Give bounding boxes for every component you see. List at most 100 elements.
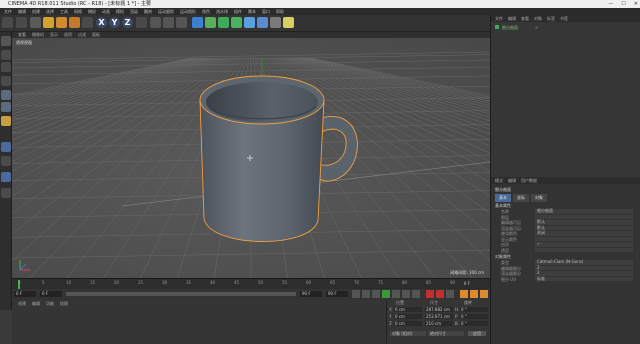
menu-item[interactable]: 脚本 (248, 8, 256, 15)
go-end-icon[interactable] (412, 290, 420, 298)
menu-item[interactable]: 运动跟踪 (158, 8, 174, 15)
recent-tool-icon[interactable] (82, 17, 93, 28)
apply-button[interactable]: 应用 (468, 331, 486, 336)
object-prop-field[interactable]: 2 (535, 265, 633, 270)
menu-item[interactable]: 网格 (74, 8, 82, 15)
perspective-viewport[interactable]: 透视视图 网格间距: 100 cm (12, 38, 490, 278)
axis-mode-icon[interactable] (1, 142, 11, 152)
object-manager-tab[interactable]: 编辑 (508, 17, 516, 21)
attr-section-tab[interactable]: 基本 (495, 194, 511, 202)
render-settings-icon[interactable] (176, 17, 187, 28)
size-mode-select[interactable]: 绝对尺寸 (428, 331, 464, 336)
scale-key-icon[interactable] (470, 290, 478, 298)
playhead[interactable] (18, 280, 20, 289)
edges-mode-icon[interactable] (1, 102, 11, 112)
subdivision-surface-icon[interactable] (218, 17, 229, 28)
pen-spline-icon[interactable] (205, 17, 216, 28)
menu-item[interactable]: 插件 (234, 8, 242, 15)
attr-value-field[interactable]: 细分曲面 (535, 208, 633, 214)
material-menu-item[interactable]: 编辑 (32, 301, 40, 307)
rotation-key-icon[interactable] (480, 290, 488, 298)
array-icon[interactable] (231, 17, 242, 28)
attribute-tab[interactable]: 用户数据 (521, 179, 537, 183)
object-manager-tab[interactable]: 标签 (547, 17, 555, 21)
scene-icon[interactable] (257, 17, 268, 28)
menu-item[interactable]: 流水线 (216, 8, 228, 15)
object-prop-field[interactable]: Catmull-Clark (N-Gons) (535, 259, 633, 265)
prev-key-icon[interactable] (362, 290, 370, 298)
position-field[interactable]: 0 cm (394, 321, 422, 326)
attr-value-field[interactable] (535, 214, 633, 219)
coordinate-system-icon[interactable] (136, 17, 147, 28)
menu-item[interactable]: 角色 (202, 8, 210, 15)
camera-icon[interactable] (270, 17, 281, 28)
object-manager-tab[interactable]: 对象 (534, 17, 542, 21)
render-view-icon[interactable] (150, 17, 161, 28)
attr-section-tab[interactable]: 坐标 (513, 194, 529, 202)
object-prop-field[interactable]: 2 (535, 270, 633, 276)
rotation-field[interactable]: 0 ° (460, 314, 488, 319)
deformer-icon[interactable] (244, 17, 255, 28)
attr-value-field[interactable] (535, 236, 633, 241)
make-editable-icon[interactable] (1, 36, 11, 46)
material-menu-item[interactable]: 功能 (46, 301, 54, 307)
tweak-mode-icon[interactable] (1, 156, 11, 166)
menu-item[interactable]: 创建 (32, 8, 40, 15)
rotation-field[interactable]: 0 ° (460, 307, 488, 312)
rotate-tool-icon[interactable] (69, 17, 80, 28)
range-slider[interactable] (66, 292, 296, 296)
menu-item[interactable]: 工具 (60, 8, 68, 15)
x-axis-lock[interactable]: X (96, 17, 107, 28)
menu-item[interactable]: 窗口 (262, 8, 270, 15)
go-start-icon[interactable] (352, 290, 360, 298)
attr-section-tab[interactable]: 对象 (531, 194, 547, 202)
y-axis-lock[interactable]: Y (109, 17, 120, 28)
object-row[interactable]: 细分曲面 (495, 25, 518, 31)
render-picture-viewer-icon[interactable] (163, 17, 174, 28)
visibility-check-icon[interactable]: ✓ (535, 25, 538, 30)
close-button[interactable]: ✕ (634, 0, 638, 8)
menu-item[interactable]: 文件 (4, 8, 12, 15)
menu-item[interactable]: 模拟 (116, 8, 124, 15)
workplane-icon[interactable] (1, 76, 11, 86)
undo-icon[interactable] (2, 17, 13, 28)
position-key-icon[interactable] (460, 290, 468, 298)
attribute-tab[interactable]: 模式 (495, 179, 503, 183)
texture-mode-icon[interactable] (1, 62, 11, 72)
current-frame-field[interactable]: 0 F (14, 291, 36, 297)
play-icon[interactable] (382, 290, 390, 298)
attr-value-field[interactable]: ✓ (535, 241, 633, 247)
attr-value-field[interactable]: 默认 (535, 219, 633, 225)
record-icon[interactable] (426, 290, 434, 298)
object-manager-tab[interactable]: 书签 (560, 17, 568, 21)
attr-value-field[interactable]: 关闭 (535, 230, 633, 236)
redo-icon[interactable] (16, 17, 27, 28)
material-menu-item[interactable]: 创建 (18, 301, 26, 307)
minimize-button[interactable]: — (608, 0, 613, 8)
size-field[interactable]: 210 cm (425, 321, 453, 326)
size-field[interactable]: 253.971 cm (425, 314, 453, 319)
menu-item[interactable]: 帮助 (276, 8, 284, 15)
move-tool-icon[interactable] (43, 17, 54, 28)
object-prop-field[interactable]: 标准 (535, 276, 633, 281)
scale-tool-icon[interactable] (56, 17, 67, 28)
prev-frame-icon[interactable] (372, 290, 380, 298)
position-field[interactable]: 0 cm (394, 307, 422, 312)
select-tool-icon[interactable] (30, 17, 41, 28)
object-manager-tab[interactable]: 查看 (521, 17, 529, 21)
rotation-field[interactable]: 0 ° (460, 321, 488, 326)
coord-mode-select[interactable]: 对象 (相对) (390, 331, 426, 336)
menu-item[interactable]: 雕刻 (144, 8, 152, 15)
menu-item[interactable]: 选择 (46, 8, 54, 15)
polygons-mode-icon[interactable] (1, 116, 11, 126)
object-manager-tab[interactable]: 文件 (495, 17, 503, 21)
material-menu-item[interactable]: 纹理 (60, 301, 68, 307)
menu-item[interactable]: 运动图形 (180, 8, 196, 15)
maximize-button[interactable]: ☐ (621, 0, 625, 8)
menu-item[interactable]: 捕捉 (88, 8, 96, 15)
attr-value-field[interactable]: 默认 (535, 225, 633, 230)
timeline-ruler[interactable]: 051015202530354045505560657075808590 0 F (12, 278, 490, 289)
cube-icon[interactable] (192, 17, 203, 28)
max-frame-field[interactable]: 90 F (326, 291, 348, 297)
attr-value-field[interactable] (535, 247, 633, 252)
